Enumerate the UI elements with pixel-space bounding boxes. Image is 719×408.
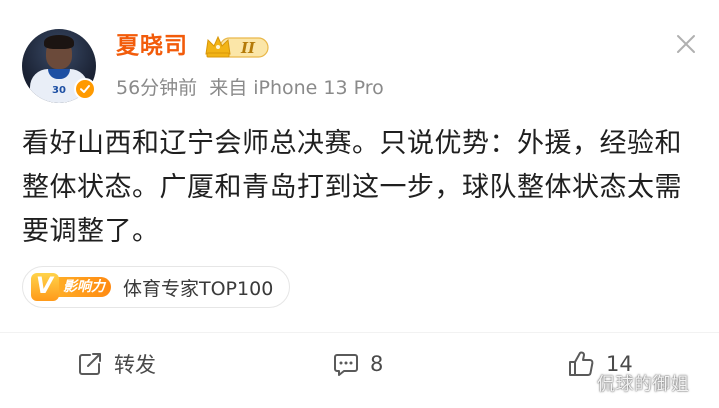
influence-logo-letter: V: [36, 274, 54, 299]
avatar-hair: [44, 35, 74, 49]
post-body-text: 看好山西和辽宁会师总决赛。只说优势：外援，经验和整体状态。广厦和青岛打到这一步，…: [22, 128, 682, 247]
thumbs-up-icon: [569, 351, 594, 376]
verified-icon: [74, 78, 96, 100]
repost-label: 转发: [114, 353, 156, 377]
post-source: 来自 iPhone 13 Pro: [209, 77, 384, 99]
avatar-jersey-number: 30: [52, 85, 66, 96]
influence-text: 体育专家TOP100: [123, 277, 274, 300]
level-badge-text: II: [240, 39, 256, 57]
influence-v-icon: V: [31, 273, 59, 301]
post-meta: 56分钟前 来自 iPhone 13 Pro: [116, 74, 384, 102]
influence-tag[interactable]: 影响力 V 体育专家TOP100: [22, 266, 291, 308]
close-button[interactable]: [672, 30, 700, 58]
close-icon: [677, 35, 695, 53]
repost-icon: [79, 353, 101, 375]
weibo-post-card: 30 夏晓司 II 56分钟前 来自 iPhone 13 Pro 看好山西和辽宁会…: [0, 0, 719, 408]
watermark: 侃球的御姐: [597, 374, 690, 395]
comment-count: 8: [370, 352, 384, 376]
comment-icon: [334, 354, 358, 376]
influence-logo: 影响力 V: [31, 273, 115, 301]
repost-button[interactable]: 转发: [76, 346, 156, 382]
comment-button[interactable]: 8: [332, 346, 383, 382]
action-bar-divider: [0, 332, 719, 333]
post-time: 56分钟前: [116, 77, 198, 99]
influence-logo-label: 影响力: [51, 277, 111, 297]
crown-level-icon[interactable]: II: [204, 34, 270, 60]
username[interactable]: 夏晓司: [116, 30, 188, 62]
